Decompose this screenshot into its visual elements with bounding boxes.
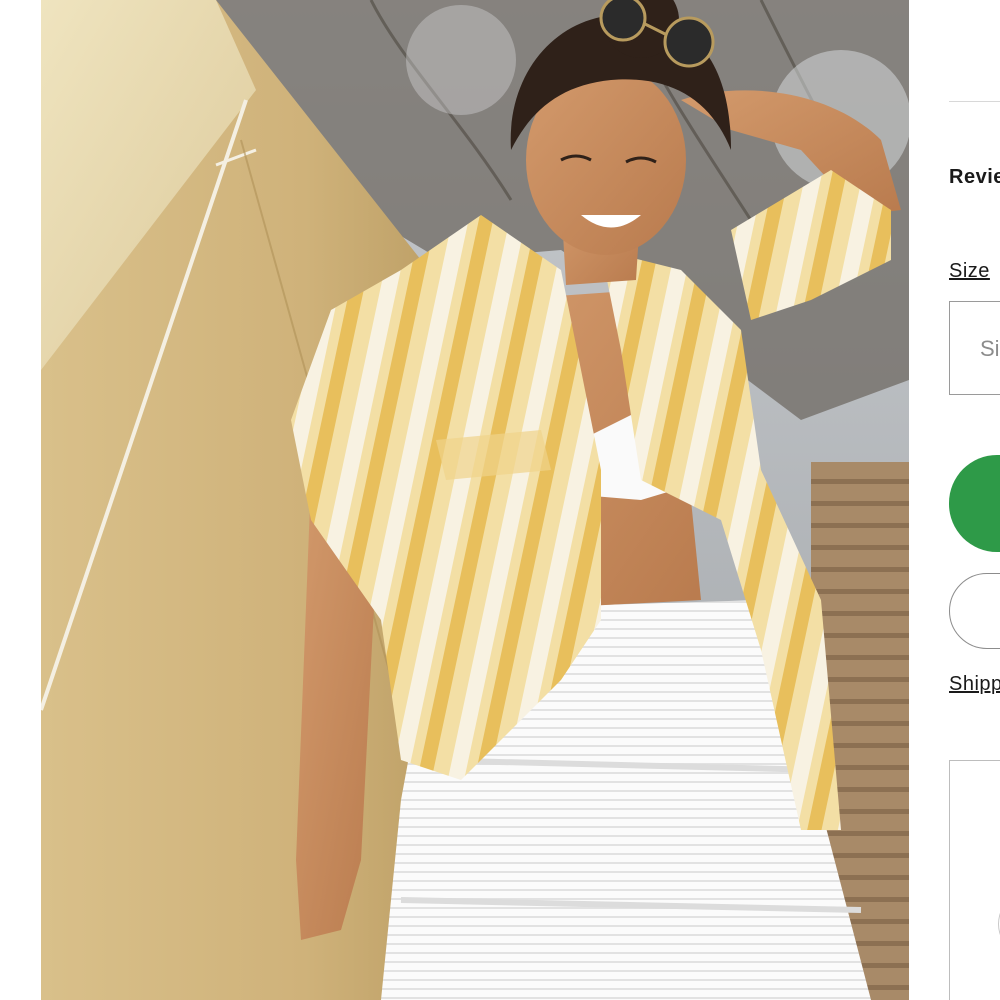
reviews-link[interactable]: Revie (949, 166, 1000, 189)
add-to-bag-button[interactable] (949, 455, 1000, 552)
shipping-returns-link[interactable]: Shipp (949, 673, 1000, 696)
product-details-panel: Revie Size Si Shipp (909, 0, 1000, 1000)
size-select-placeholder: Si (980, 336, 1000, 361)
product-photo-illustration (41, 0, 909, 1000)
info-card (949, 760, 1000, 1000)
section-divider (949, 101, 1000, 102)
size-guide-link[interactable]: Size (949, 260, 990, 283)
favorite-button[interactable] (949, 573, 1000, 649)
product-image[interactable] (41, 0, 909, 1000)
size-select[interactable]: Si (949, 301, 1000, 395)
